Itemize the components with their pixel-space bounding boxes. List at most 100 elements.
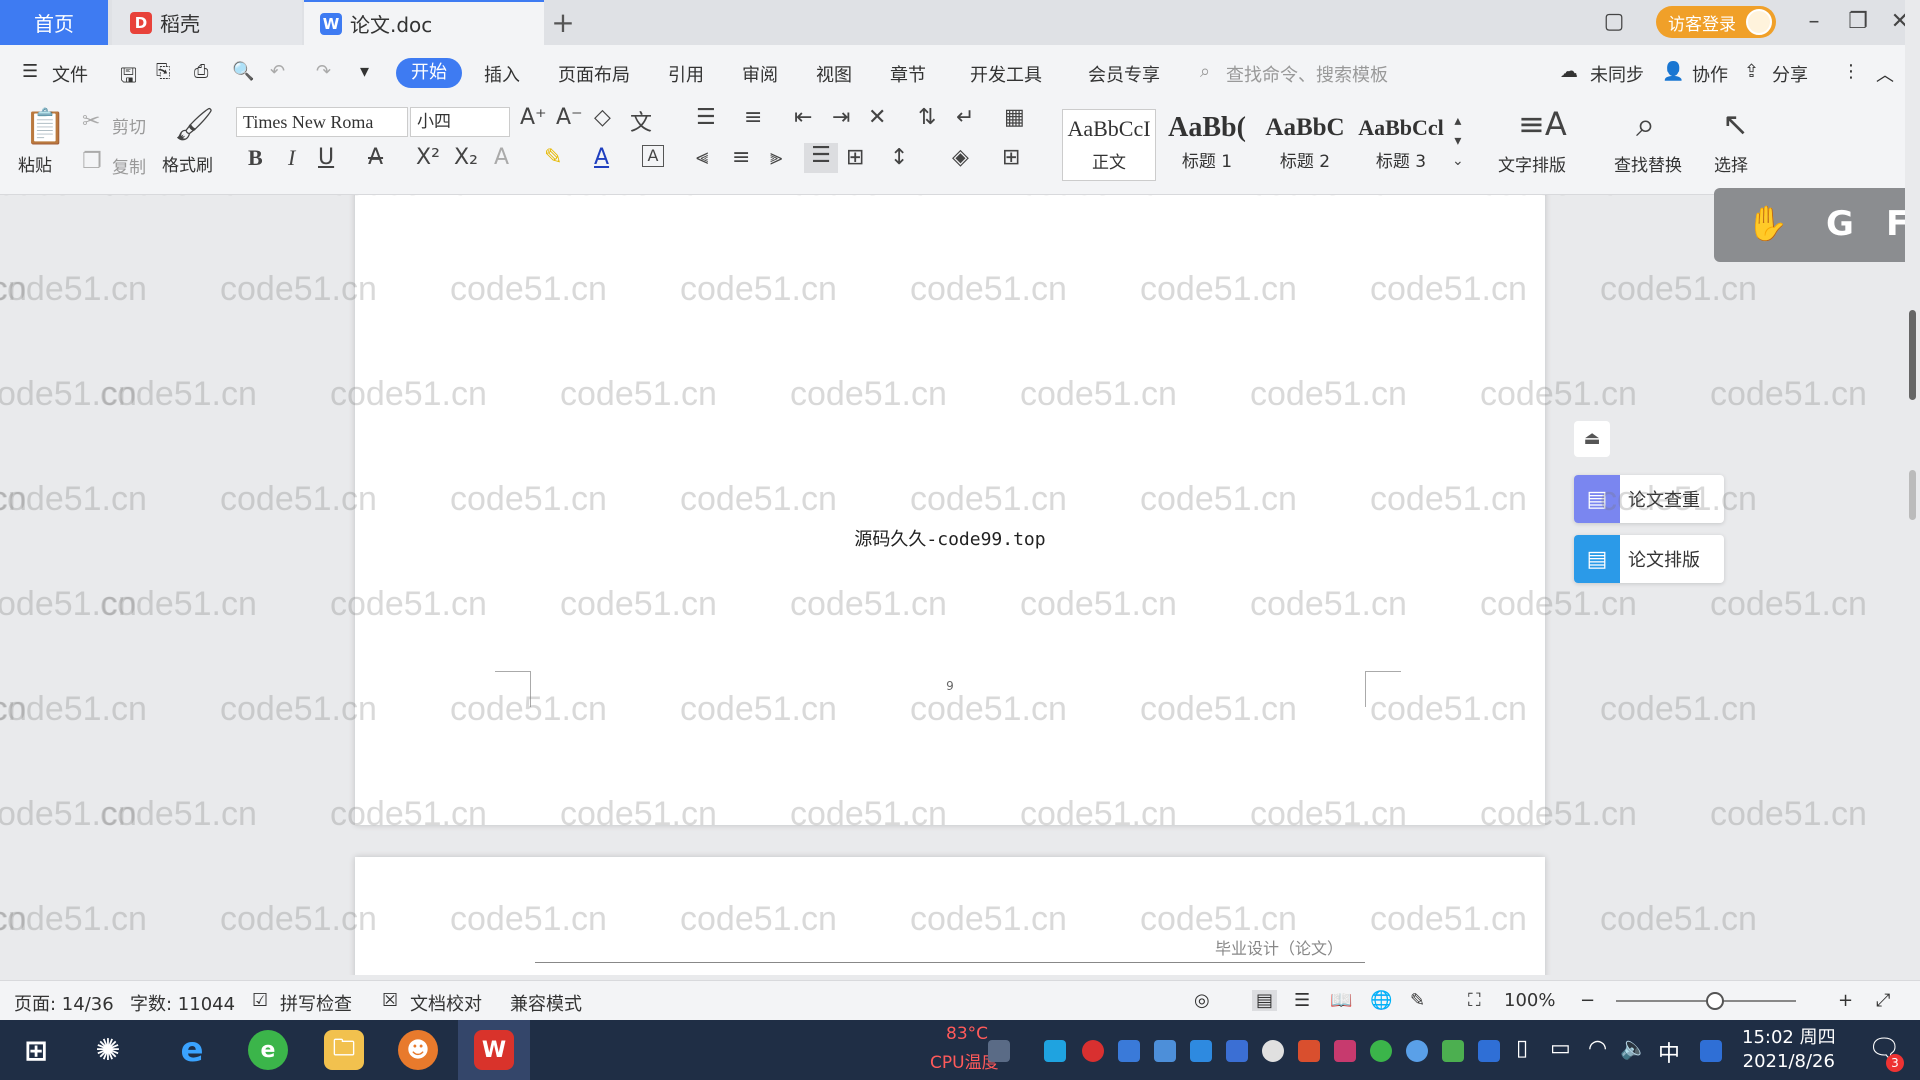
find-replace-icon[interactable]: ⌕ (1636, 105, 1655, 145)
search-tray-icon[interactable] (1700, 1040, 1722, 1062)
increase-indent-icon[interactable]: ⇥ (832, 105, 850, 130)
menu-view[interactable]: 视图 (816, 61, 852, 87)
superscript-icon[interactable]: X² (416, 145, 440, 170)
undo-icon[interactable]: ↶ (270, 61, 285, 82)
tab-document[interactable]: W 论文.doc (304, 0, 544, 45)
document-page[interactable]: 毕业设计（论文） (355, 857, 1545, 975)
hamburger-icon[interactable]: ☰ (22, 61, 38, 82)
ie-browser-icon[interactable]: e (172, 1030, 212, 1070)
volume-icon[interactable]: 🔈 (1620, 1036, 1647, 1061)
floating-tool-panel[interactable]: ✋ G F (1714, 188, 1920, 262)
page-view-icon[interactable]: ▤ (1252, 990, 1278, 1011)
style-heading-1[interactable]: AaBb( 标题 1 (1160, 109, 1254, 181)
document-page[interactable]: 源码久久-code99.top 9 (355, 195, 1545, 825)
table-tools-icon[interactable]: ▦ (1004, 105, 1025, 130)
style-normal[interactable]: AaBbCcI 正文 (1062, 109, 1156, 181)
tray-app-icon[interactable] (1082, 1040, 1104, 1062)
paper-layout-button[interactable]: ▤ 论文排版 (1574, 535, 1724, 583)
text-layout-icon[interactable]: ≡A (1518, 105, 1567, 143)
highlight-icon[interactable]: ✎ (544, 145, 562, 170)
tray-app-icon[interactable] (1190, 1040, 1212, 1062)
bullet-list-icon[interactable]: ☰ (696, 105, 716, 130)
window-layout-icon[interactable]: ▢ (1596, 6, 1632, 38)
select-button[interactable]: 选择 (1714, 151, 1748, 176)
copy-button[interactable]: 复制 (112, 153, 146, 178)
fullscreen-icon[interactable]: ⤢ (1876, 990, 1890, 1011)
format-painter-button[interactable]: 格式刷 (162, 151, 213, 176)
bluetooth-tray-icon[interactable] (1478, 1040, 1500, 1062)
document-canvas[interactable]: 源码久久-code99.top 9 毕业设计（论文） ⏏ ▤ 论文查重 ▤ 论文… (0, 195, 1905, 975)
align-right-icon[interactable]: ⫸ (770, 145, 782, 170)
justify-icon[interactable]: ☰ (804, 143, 838, 173)
windows-start-icon[interactable]: ⊞ (16, 1030, 56, 1070)
paper-check-button[interactable]: ▤ 论文查重 (1574, 475, 1724, 523)
shield-tray-icon[interactable] (1226, 1040, 1248, 1062)
strikethrough-icon[interactable]: A (368, 145, 383, 170)
wifi-icon[interactable]: ◠ (1588, 1036, 1607, 1061)
shading-icon[interactable]: ◈ (952, 145, 969, 170)
tray-app-icon[interactable] (1370, 1040, 1392, 1062)
tray-app-icon[interactable] (1044, 1040, 1066, 1062)
subscript-icon[interactable]: X₂ (454, 145, 478, 170)
restore-button[interactable]: ❐ (1840, 6, 1876, 38)
web-view-icon[interactable]: 🌐 (1370, 990, 1392, 1011)
system-clock[interactable]: 15:02 周四 2021/8/26 (1742, 1026, 1836, 1074)
customize-icon[interactable]: ▾ (360, 61, 369, 82)
underline-icon[interactable]: U (318, 145, 334, 170)
find-replace-button[interactable]: 查找替换 (1614, 151, 1682, 176)
reading-view-icon[interactable]: 📖 (1330, 990, 1352, 1011)
file-explorer-icon[interactable]: 🗀 (324, 1030, 364, 1070)
phonetic-guide-icon[interactable]: 文 (630, 105, 652, 137)
clear-format-icon[interactable]: ◇ (594, 105, 611, 130)
bold-icon[interactable]: B (248, 145, 263, 171)
italic-icon[interactable]: I (288, 145, 295, 171)
browser-360-icon[interactable]: e (248, 1030, 288, 1070)
shrink-font-icon[interactable]: A⁻ (556, 105, 583, 130)
collaborate-button[interactable]: 协作 (1692, 61, 1728, 87)
write-mode-icon[interactable]: ✎ (1410, 990, 1425, 1011)
scrollbar-thumb[interactable] (1909, 310, 1916, 400)
align-center-icon[interactable]: ≡ (732, 145, 750, 170)
app-pinwheel-icon[interactable]: ✺ (88, 1030, 128, 1070)
fit-page-icon[interactable]: ⛶ (1468, 990, 1481, 1011)
nvidia-tray-icon[interactable] (1442, 1040, 1464, 1062)
show-marks-icon[interactable]: ↵ (956, 105, 974, 130)
grow-font-icon[interactable]: A⁺ (520, 105, 547, 130)
menu-insert[interactable]: 插入 (484, 61, 520, 87)
menu-file[interactable]: 文件 (52, 61, 88, 87)
qq-tray-icon[interactable] (1298, 1040, 1320, 1062)
sort-icon[interactable]: ⇅ (918, 105, 936, 130)
decrease-indent-icon[interactable]: ⇤ (794, 105, 812, 130)
char-border-icon[interactable]: A (642, 145, 664, 167)
app-mascot-icon[interactable]: ☻ (398, 1030, 438, 1070)
wps-taskbar-active[interactable]: W (458, 1020, 530, 1080)
sync-status[interactable]: 未同步 (1590, 61, 1644, 87)
distributed-icon[interactable]: ⊞ (846, 145, 864, 170)
zoom-slider-handle[interactable] (1706, 992, 1724, 1010)
guest-login-button[interactable]: 访客登录 (1656, 6, 1776, 38)
vertical-scrollbar[interactable] (1905, 0, 1920, 1020)
collapse-panel-button[interactable]: ⏏ (1574, 421, 1610, 457)
command-search-input[interactable]: 查找命令、搜索模板 (1226, 61, 1388, 87)
chinese-layout-icon[interactable]: ✕ (868, 105, 886, 130)
collapse-ribbon-icon[interactable]: ︿ (1876, 61, 1894, 87)
select-cursor-icon[interactable]: ↖ (1722, 105, 1749, 143)
save-icon[interactable]: 🖫 (120, 61, 137, 95)
paste-icon[interactable]: 📋 (24, 107, 66, 147)
line-spacing-icon[interactable]: ↕ (890, 145, 908, 170)
tray-app-icon[interactable] (1118, 1040, 1140, 1062)
minimize-button[interactable]: – (1796, 6, 1832, 38)
spell-check-button[interactable]: 拼写检查 (280, 990, 352, 1016)
font-name-select[interactable]: Times New Roma (236, 107, 408, 137)
eye-protect-icon[interactable]: ◎ (1194, 990, 1210, 1011)
zoom-in-icon[interactable]: + (1838, 990, 1853, 1011)
hand-icon[interactable]: ✋ (1746, 204, 1788, 244)
share-button[interactable]: 分享 (1772, 61, 1808, 87)
tray-app-icon[interactable] (1154, 1040, 1176, 1062)
tray-app-icon[interactable] (1334, 1040, 1356, 1062)
tray-app-icon[interactable] (1406, 1040, 1428, 1062)
style-heading-2[interactable]: AaBbC 标题 2 (1258, 109, 1352, 181)
bell-tray-icon[interactable] (1262, 1040, 1284, 1062)
menu-review[interactable]: 审阅 (742, 61, 778, 87)
page-count[interactable]: 页面: 14/36 (14, 990, 114, 1016)
